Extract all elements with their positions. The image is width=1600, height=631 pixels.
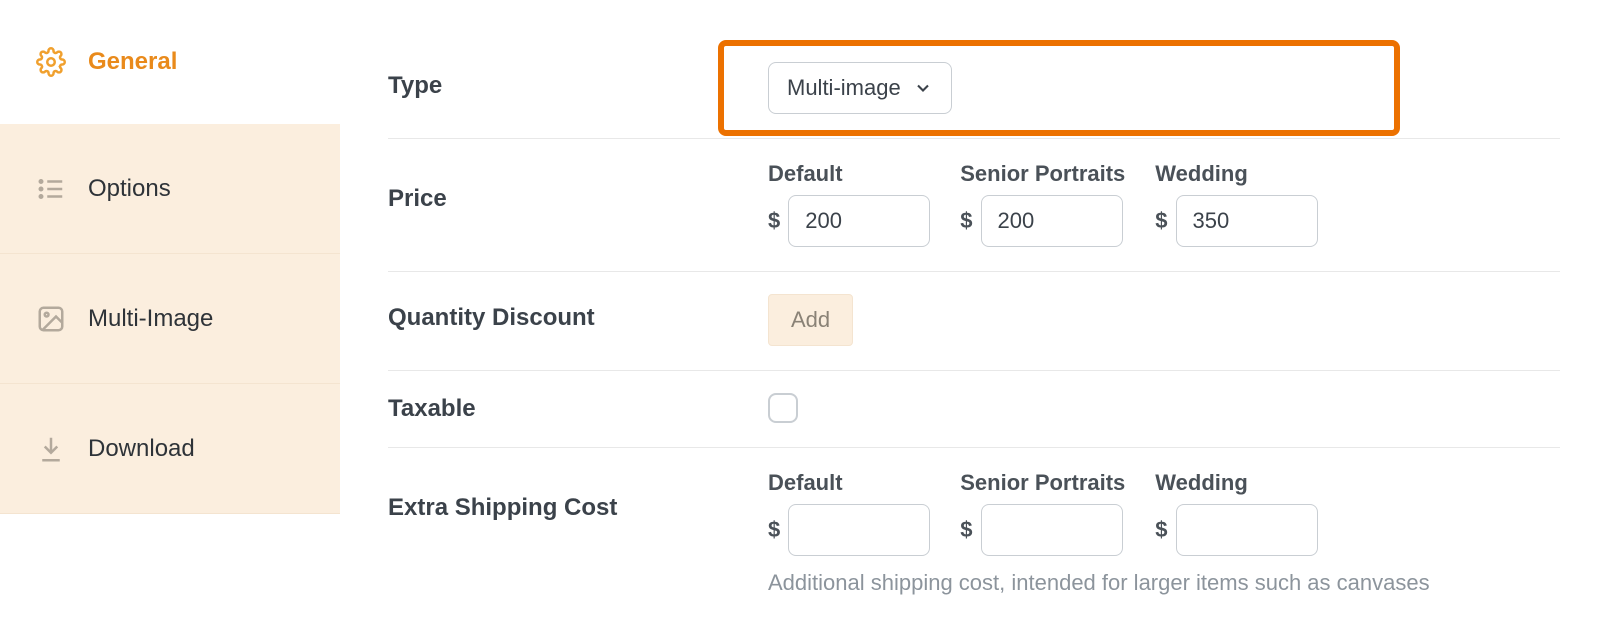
extra-shipping-help: Additional shipping cost, intended for l… [768, 570, 1560, 596]
price-column-header: Senior Portraits [960, 161, 1125, 187]
shipping-default-input[interactable] [788, 504, 930, 556]
price-column-header: Wedding [1155, 161, 1317, 187]
taxable-label: Taxable [388, 393, 768, 423]
currency-symbol: $ [960, 517, 972, 543]
price-wedding-input[interactable] [1176, 195, 1318, 247]
currency-symbol: $ [768, 517, 780, 543]
download-icon [36, 434, 66, 464]
shipping-senior-input[interactable] [981, 504, 1123, 556]
sidebar-item-label: Download [88, 435, 195, 463]
sidebar-item-multi-image[interactable]: Multi-Image [0, 254, 340, 384]
price-default-input[interactable] [788, 195, 930, 247]
gear-icon [36, 47, 66, 77]
sidebar-item-options[interactable]: Options [0, 124, 340, 254]
image-icon [36, 304, 66, 334]
row-extra-shipping: Extra Shipping Cost Default $ Senior Por… [388, 448, 1560, 620]
currency-symbol: $ [768, 208, 780, 234]
add-discount-button[interactable]: Add [768, 294, 853, 346]
shipping-column-header: Default [768, 470, 930, 496]
shipping-wedding-input[interactable] [1176, 504, 1318, 556]
taxable-checkbox[interactable] [768, 393, 798, 423]
type-selected-value: Multi-image [787, 75, 901, 101]
sidebar-item-label: General [88, 48, 177, 76]
sidebar: General Options Multi-Image Download [0, 0, 340, 631]
quantity-discount-label: Quantity Discount [388, 294, 768, 332]
extra-shipping-label: Extra Shipping Cost [388, 470, 768, 522]
shipping-column-header: Wedding [1155, 470, 1317, 496]
row-type: Type Multi-image [388, 40, 1560, 139]
price-label: Price [388, 161, 768, 213]
list-icon [36, 174, 66, 204]
main-panel: Type Multi-image Price Default $ [340, 0, 1600, 631]
currency-symbol: $ [1155, 517, 1167, 543]
price-column-header: Default [768, 161, 930, 187]
price-senior-input[interactable] [981, 195, 1123, 247]
sidebar-item-download[interactable]: Download [0, 384, 340, 514]
currency-symbol: $ [960, 208, 972, 234]
currency-symbol: $ [1155, 208, 1167, 234]
type-select[interactable]: Multi-image [768, 62, 952, 114]
row-taxable: Taxable [388, 371, 1560, 448]
sidebar-item-label: Multi-Image [88, 305, 213, 333]
sidebar-item-general[interactable]: General [0, 0, 340, 124]
sidebar-item-label: Options [88, 175, 171, 203]
type-label: Type [388, 62, 768, 100]
chevron-down-icon [913, 78, 933, 98]
shipping-column-header: Senior Portraits [960, 470, 1125, 496]
row-quantity-discount: Quantity Discount Add [388, 272, 1560, 371]
row-price: Price Default $ Senior Portraits $ [388, 139, 1560, 272]
